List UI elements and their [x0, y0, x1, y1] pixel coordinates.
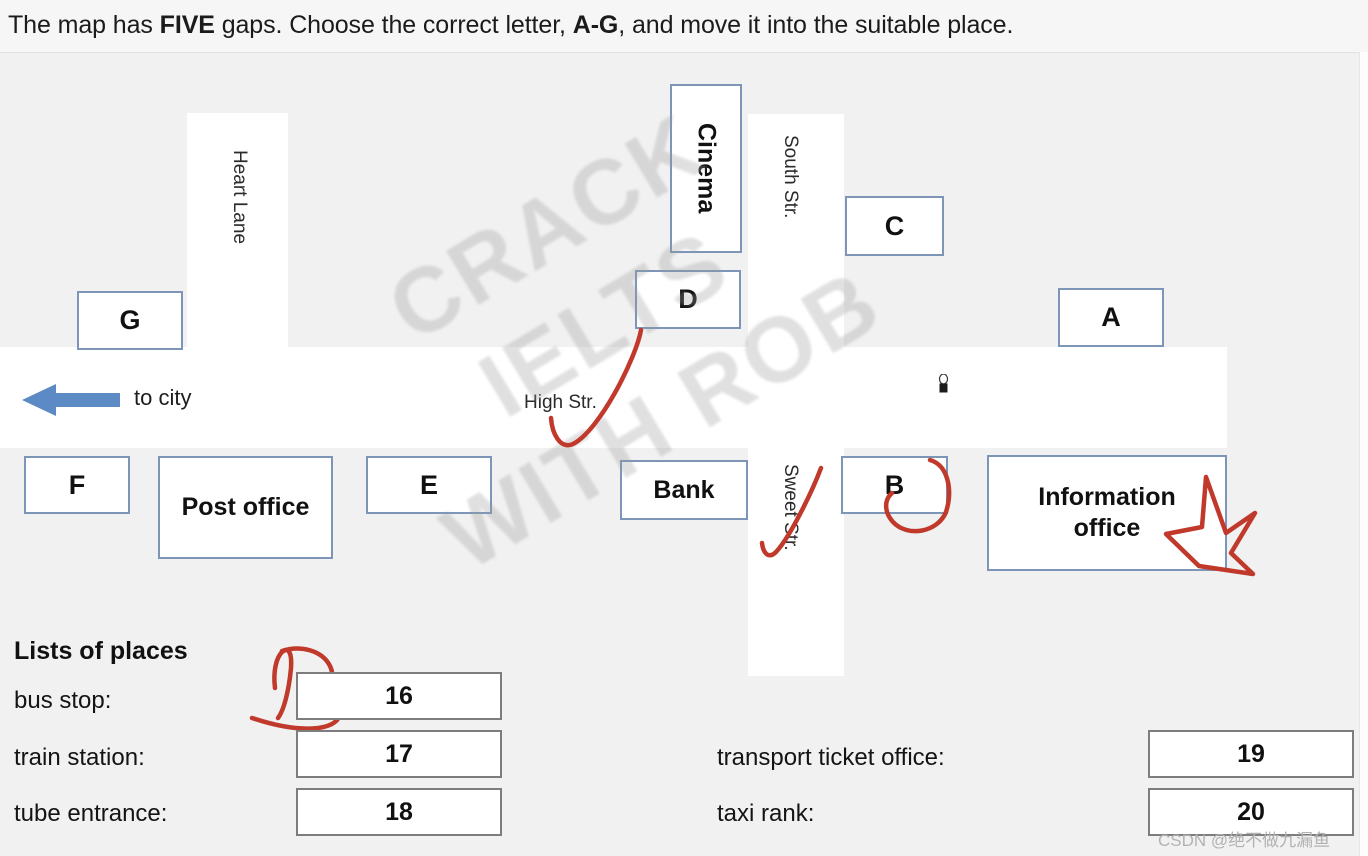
right-gutter [1359, 52, 1368, 856]
to-city-arrow-icon [22, 384, 120, 416]
answer-box-bus-stop[interactable]: 16 [296, 672, 502, 720]
place-box-information-office: Information office [987, 455, 1227, 571]
letter-box-d[interactable]: D [635, 270, 741, 329]
list-label-tube-entrance: tube entrance: [14, 800, 168, 827]
letter-box-a[interactable]: A [1058, 288, 1164, 347]
road-label-heart-lane: Heart Lane [229, 150, 250, 245]
list-label-train-station: train station: [14, 744, 145, 771]
answer-box-transport-ticket-office[interactable]: 19 [1148, 730, 1354, 778]
letter-box-b[interactable]: B [841, 456, 948, 514]
lists-of-places-title: Lists of places [14, 637, 188, 665]
instruction-bold-five: FIVE [159, 11, 215, 39]
road-label-sweet-str: Sweet Str. [780, 464, 801, 551]
to-city-label: to city [134, 385, 192, 410]
letter-box-e[interactable]: E [366, 456, 492, 514]
ink-letter-b [272, 647, 294, 721]
list-label-bus-stop: bus stop: [14, 687, 112, 714]
letter-box-g[interactable]: G [77, 291, 183, 350]
letter-box-f[interactable]: F [24, 456, 130, 514]
answer-box-train-station[interactable]: 17 [296, 730, 502, 778]
instruction-part-2: gaps. Choose the correct letter, [214, 11, 573, 39]
instruction-part-3: , and move it into the suitable place. [618, 11, 1014, 39]
instruction-bold-range: A-G [572, 11, 619, 39]
list-label-taxi-rank: taxi rank: [717, 800, 815, 827]
csdn-watermark: CSDN @绝不做九漏鱼 [1158, 831, 1331, 850]
place-box-bank: Bank [620, 460, 748, 520]
place-box-cinema: Cinema [670, 84, 742, 253]
instruction-part-1: The map has [8, 11, 160, 39]
road-label-high-str: High Str. [524, 392, 597, 413]
letter-box-c[interactable]: C [845, 196, 944, 256]
list-label-transport-ticket-office: transport ticket office: [717, 744, 945, 771]
road-label-south-str: South Str. [780, 135, 801, 219]
instruction-text: The map has FIVE gaps. Choose the correc… [8, 8, 1364, 42]
answer-box-tube-entrance[interactable]: 18 [296, 788, 502, 836]
map-task-screen: The map has FIVE gaps. Choose the correc… [0, 0, 1368, 856]
place-box-post-office: Post office [158, 456, 333, 559]
mouse-cursor-icon [938, 374, 949, 393]
